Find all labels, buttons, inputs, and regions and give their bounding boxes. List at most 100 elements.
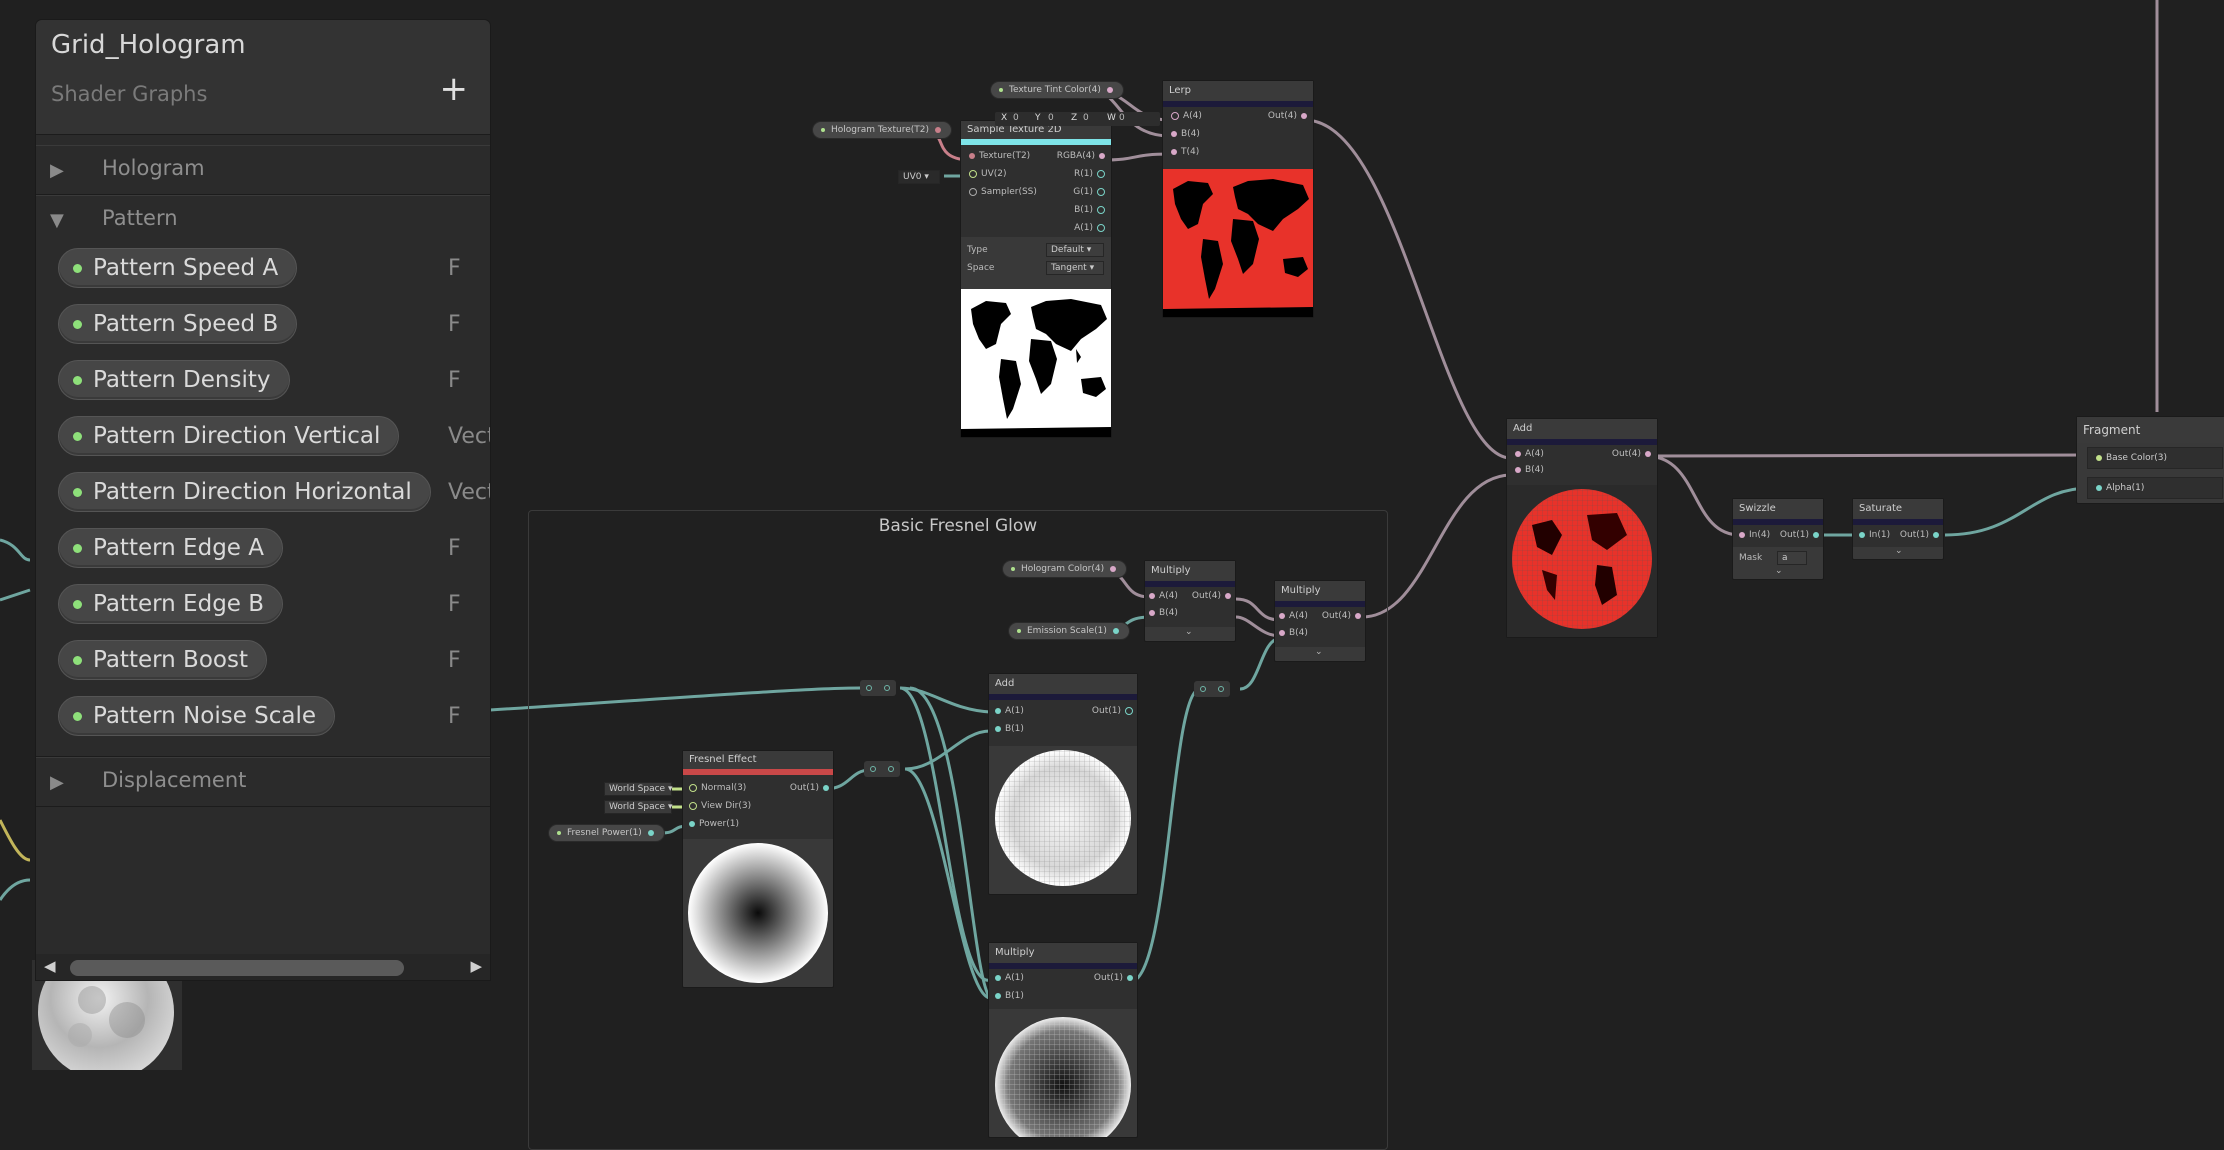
output-port-r[interactable]: R(1) xyxy=(1074,169,1109,179)
output-port-g[interactable]: G(1) xyxy=(1073,187,1109,197)
view-space-dropdown[interactable]: World Space ▾ xyxy=(604,800,672,814)
output-port[interactable]: Out(1) xyxy=(1900,530,1943,540)
input-port-texture[interactable]: Texture(T2) xyxy=(965,151,1030,161)
input-port-b[interactable]: B(1) xyxy=(991,991,1024,1001)
category-pattern[interactable]: ▼ Pattern Pattern Speed A F Pattern Spee… xyxy=(36,195,490,757)
lerp-preview xyxy=(1163,169,1313,317)
hologram-color-property[interactable]: Hologram Color(4) xyxy=(1002,560,1128,578)
mask-field[interactable]: a xyxy=(1777,551,1807,565)
property-pattern-direction-horizontal[interactable]: Pattern Direction Horizontal xyxy=(58,472,431,512)
lerp-node[interactable]: Lerp A(4) B(4) T(4) Out(4) xyxy=(1162,80,1314,318)
scrollbar-thumb[interactable] xyxy=(70,960,404,976)
hologram-texture-property[interactable]: Hologram Texture(T2) xyxy=(812,121,953,139)
output-port[interactable]: Out(1) xyxy=(1780,530,1823,540)
scroll-left-icon[interactable]: ◀ xyxy=(44,957,56,975)
output-port[interactable]: Out(1) xyxy=(790,783,833,793)
input-port-normal[interactable]: Normal(3) xyxy=(685,783,746,793)
input-port-t[interactable]: T(4) xyxy=(1167,147,1199,157)
swizzle-node[interactable]: Swizzle In(4) Out(1) Mask a ⌄ xyxy=(1732,498,1824,580)
chevron-down-icon[interactable]: ⌄ xyxy=(1775,566,1783,576)
property-pattern-edge-b[interactable]: Pattern Edge B xyxy=(58,584,284,624)
input-port-b[interactable]: B(4) xyxy=(1145,608,1178,618)
chevron-down-icon[interactable]: ⌄ xyxy=(1185,627,1193,637)
property-type: Vect xyxy=(448,424,490,449)
output-port[interactable]: Out(1) xyxy=(1094,973,1137,983)
input-port-a[interactable]: A(1) xyxy=(991,973,1024,983)
uv-channel-dropdown[interactable]: UV0 ▾ xyxy=(898,170,940,184)
input-port-a[interactable]: A(4) xyxy=(1167,111,1202,121)
chevron-right-icon[interactable]: ▶ xyxy=(50,160,64,181)
input-port[interactable]: In(4) xyxy=(1735,530,1770,540)
property-pattern-boost[interactable]: Pattern Boost xyxy=(58,640,267,680)
chevron-down-icon[interactable]: ⌄ xyxy=(1895,546,1903,556)
node-title: Lerp xyxy=(1163,81,1313,101)
node-title: Fresnel Effect xyxy=(683,751,833,769)
input-port-b[interactable]: B(4) xyxy=(1511,465,1544,475)
fresnel-power-property[interactable]: Fresnel Power(1) xyxy=(548,824,665,842)
redirect-node[interactable] xyxy=(1194,681,1230,697)
multiply-c-preview xyxy=(989,1009,1137,1137)
input-port-sampler[interactable]: Sampler(SS) xyxy=(965,187,1037,197)
fresnel-preview xyxy=(683,839,833,987)
normal-space-dropdown[interactable]: World Space ▾ xyxy=(604,782,672,796)
saturate-node[interactable]: Saturate In(1) Out(1) ⌄ xyxy=(1852,498,1944,560)
category-hologram[interactable]: ▶ Hologram xyxy=(36,145,490,195)
output-port[interactable]: Out(4) xyxy=(1192,591,1235,601)
blackboard-panel[interactable]: Grid_Hologram Shader Graphs + ▶ Hologram… xyxy=(36,20,490,980)
output-port[interactable]: Out(1) xyxy=(1092,706,1137,716)
output-port-a[interactable]: A(1) xyxy=(1074,223,1109,233)
add-node-mid[interactable]: Add A(1) B(1) Out(1) xyxy=(988,673,1138,895)
property-type: Vect xyxy=(448,480,490,505)
chevron-down-icon[interactable]: ▼ xyxy=(50,210,64,231)
add-mid-preview xyxy=(989,746,1137,894)
input-port-a[interactable]: A(4) xyxy=(1275,611,1308,621)
fresnel-effect-node[interactable]: Fresnel Effect Normal(3) View Dir(3) Pow… xyxy=(682,750,834,988)
type-dropdown[interactable]: Default ▾ xyxy=(1046,243,1104,257)
output-port[interactable]: Out(4) xyxy=(1322,611,1365,621)
property-pattern-speed-a[interactable]: Pattern Speed A xyxy=(58,248,298,288)
output-port[interactable]: Out(4) xyxy=(1612,449,1655,459)
property-pattern-direction-vertical[interactable]: Pattern Direction Vertical xyxy=(58,416,400,456)
blackboard-subtitle: Shader Graphs xyxy=(51,82,208,106)
horizontal-scrollbar[interactable]: ◀ ▶ xyxy=(36,954,490,980)
property-pattern-noise-scale[interactable]: Pattern Noise Scale xyxy=(58,696,336,736)
redirect-node[interactable] xyxy=(864,761,900,777)
base-color-slot[interactable]: Base Color(3) xyxy=(2087,447,2223,469)
input-port-a[interactable]: A(4) xyxy=(1511,449,1544,459)
category-displacement[interactable]: ▶ Displacement xyxy=(36,757,490,807)
lerp-b-default-vector[interactable]: X 0 Y 0 Z 0 W 0 xyxy=(995,112,1160,126)
node-title: Add xyxy=(1507,419,1657,439)
alpha-slot[interactable]: Alpha(1) xyxy=(2087,477,2223,499)
property-pattern-speed-b[interactable]: Pattern Speed B xyxy=(58,304,298,344)
output-port-b[interactable]: B(1) xyxy=(1074,205,1109,215)
input-port-power[interactable]: Power(1) xyxy=(685,819,739,829)
output-port[interactable]: Out(4) xyxy=(1268,111,1311,121)
scroll-right-icon[interactable]: ▶ xyxy=(470,957,482,975)
input-port[interactable]: In(1) xyxy=(1855,530,1890,540)
property-pattern-density[interactable]: Pattern Density xyxy=(58,360,290,400)
input-port-b[interactable]: B(4) xyxy=(1167,129,1200,139)
input-port-a[interactable]: A(1) xyxy=(991,706,1024,716)
input-port-a[interactable]: A(4) xyxy=(1145,591,1178,601)
texture-tint-color-property[interactable]: Texture Tint Color(4) xyxy=(990,81,1124,99)
chevron-right-icon[interactable]: ▶ xyxy=(50,772,64,793)
output-port-rgba[interactable]: RGBA(4) xyxy=(1057,151,1109,161)
input-port-b[interactable]: B(1) xyxy=(991,724,1024,734)
multiply-node-c[interactable]: Multiply A(1) B(1) Out(1) xyxy=(988,942,1138,1138)
sample-texture-2d-node[interactable]: Sample Texture 2D Texture(T2) UV(2) Samp… xyxy=(960,120,1112,438)
node-title: Swizzle xyxy=(1733,499,1823,519)
redirect-node[interactable] xyxy=(860,680,896,696)
input-port-uv[interactable]: UV(2) xyxy=(965,169,1007,179)
add-property-button[interactable]: + xyxy=(440,72,469,106)
multiply-node-b[interactable]: Multiply A(4) B(4) Out(4) ⌄ xyxy=(1274,580,1366,662)
fragment-master-node[interactable]: Fragment Base Color(3) Alpha(1) xyxy=(2076,416,2224,504)
space-dropdown[interactable]: Tangent ▾ xyxy=(1046,261,1104,275)
add-node-top[interactable]: Add A(4) B(4) Out(4) xyxy=(1506,418,1658,638)
input-port-b[interactable]: B(4) xyxy=(1275,628,1308,638)
mask-label: Mask xyxy=(1739,553,1763,563)
emission-scale-property[interactable]: Emission Scale(1) xyxy=(1008,622,1130,640)
property-pattern-edge-a[interactable]: Pattern Edge A xyxy=(58,528,283,568)
chevron-down-icon[interactable]: ⌄ xyxy=(1315,647,1323,657)
input-port-view-dir[interactable]: View Dir(3) xyxy=(685,801,751,811)
multiply-node-a[interactable]: Multiply A(4) B(4) Out(4) ⌄ xyxy=(1144,560,1236,642)
